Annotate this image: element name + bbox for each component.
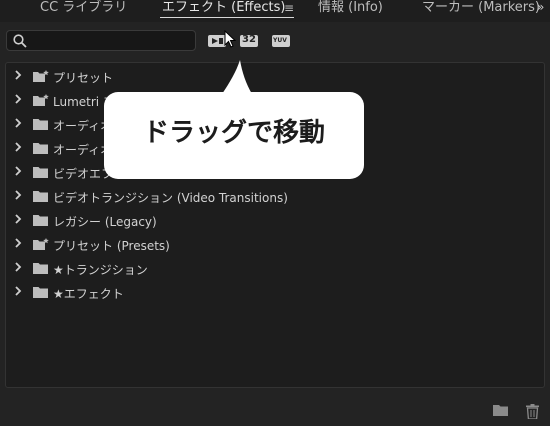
folder-icon bbox=[33, 167, 48, 178]
list-item-label: ★エフェクト bbox=[53, 287, 124, 301]
tab-info[interactable]: 情報 (Info) bbox=[318, 0, 383, 16]
yuv-icon[interactable]: YUV bbox=[272, 33, 292, 49]
callout-text: ドラッグで移動 bbox=[142, 118, 325, 148]
folder-icon bbox=[33, 287, 48, 298]
tab-overflow-button[interactable]: » bbox=[537, 0, 544, 14]
tab-markers[interactable]: マーカー (Markers) bbox=[422, 0, 540, 16]
preset-folder-icon bbox=[33, 238, 49, 250]
new-bin-icon[interactable] bbox=[493, 404, 509, 417]
search-icon bbox=[13, 34, 27, 48]
callout-tail bbox=[222, 60, 252, 94]
search-input[interactable] bbox=[33, 33, 192, 50]
chevron-right-icon[interactable] bbox=[14, 70, 22, 80]
chevron-right-icon[interactable] bbox=[14, 142, 22, 152]
list-item-video-transitions[interactable]: ビデオトランジション (Video Transitions) bbox=[6, 184, 544, 208]
list-item-star-transitions[interactable]: ★トランジション bbox=[6, 256, 544, 280]
folder-icon bbox=[33, 263, 48, 274]
preset-folder-icon bbox=[33, 94, 49, 106]
chevron-right-icon[interactable] bbox=[14, 94, 22, 104]
preset-folder-icon bbox=[33, 70, 49, 82]
yuv-label: YUV bbox=[273, 37, 287, 44]
32-bit-label: 32 bbox=[242, 34, 256, 45]
chevron-right-icon[interactable] bbox=[14, 238, 22, 248]
chevron-right-icon[interactable] bbox=[14, 262, 22, 272]
folder-icon bbox=[33, 143, 48, 154]
list-item-presets-custom[interactable]: プリセット (Presets) bbox=[6, 232, 544, 256]
tab-cc-libraries[interactable]: CC ライブラリ bbox=[40, 0, 127, 16]
folder-icon bbox=[33, 119, 48, 130]
chevron-right-icon[interactable] bbox=[14, 214, 22, 224]
panel-tab-bar: CC ライブラリ エフェクト (Effects) ≡ 情報 (Info) マーカ… bbox=[0, 0, 550, 22]
list-item-star-effects[interactable]: ★エフェクト bbox=[6, 280, 544, 304]
drag-hint-callout: ドラッグで移動 bbox=[104, 60, 364, 179]
list-item-label: プリセット bbox=[53, 71, 114, 85]
tab-effects[interactable]: エフェクト (Effects) bbox=[162, 0, 285, 16]
trash-icon[interactable] bbox=[526, 404, 539, 419]
list-item-label: プリセット (Presets) bbox=[53, 239, 170, 253]
list-item-legacy[interactable]: レガシー (Legacy) bbox=[6, 208, 544, 232]
active-tab-indicator bbox=[160, 17, 294, 18]
folder-icon bbox=[33, 215, 48, 226]
chevron-right-icon[interactable] bbox=[14, 190, 22, 200]
list-item-label: ★トランジション bbox=[53, 263, 148, 277]
search-box[interactable] bbox=[6, 30, 196, 51]
panel-menu-icon[interactable]: ≡ bbox=[284, 1, 294, 15]
chevron-right-icon[interactable] bbox=[14, 118, 22, 128]
list-item-label: レガシー (Legacy) bbox=[53, 215, 157, 229]
chevron-right-icon[interactable] bbox=[14, 286, 22, 296]
32-bit-color-icon[interactable]: 32 bbox=[240, 33, 260, 49]
list-item-presets[interactable]: プリセット bbox=[6, 64, 544, 88]
list-item-label: ビデオトランジション (Video Transitions) bbox=[53, 191, 288, 205]
folder-icon bbox=[33, 191, 48, 202]
chevron-right-icon[interactable] bbox=[14, 166, 22, 176]
cursor-icon bbox=[224, 30, 237, 48]
